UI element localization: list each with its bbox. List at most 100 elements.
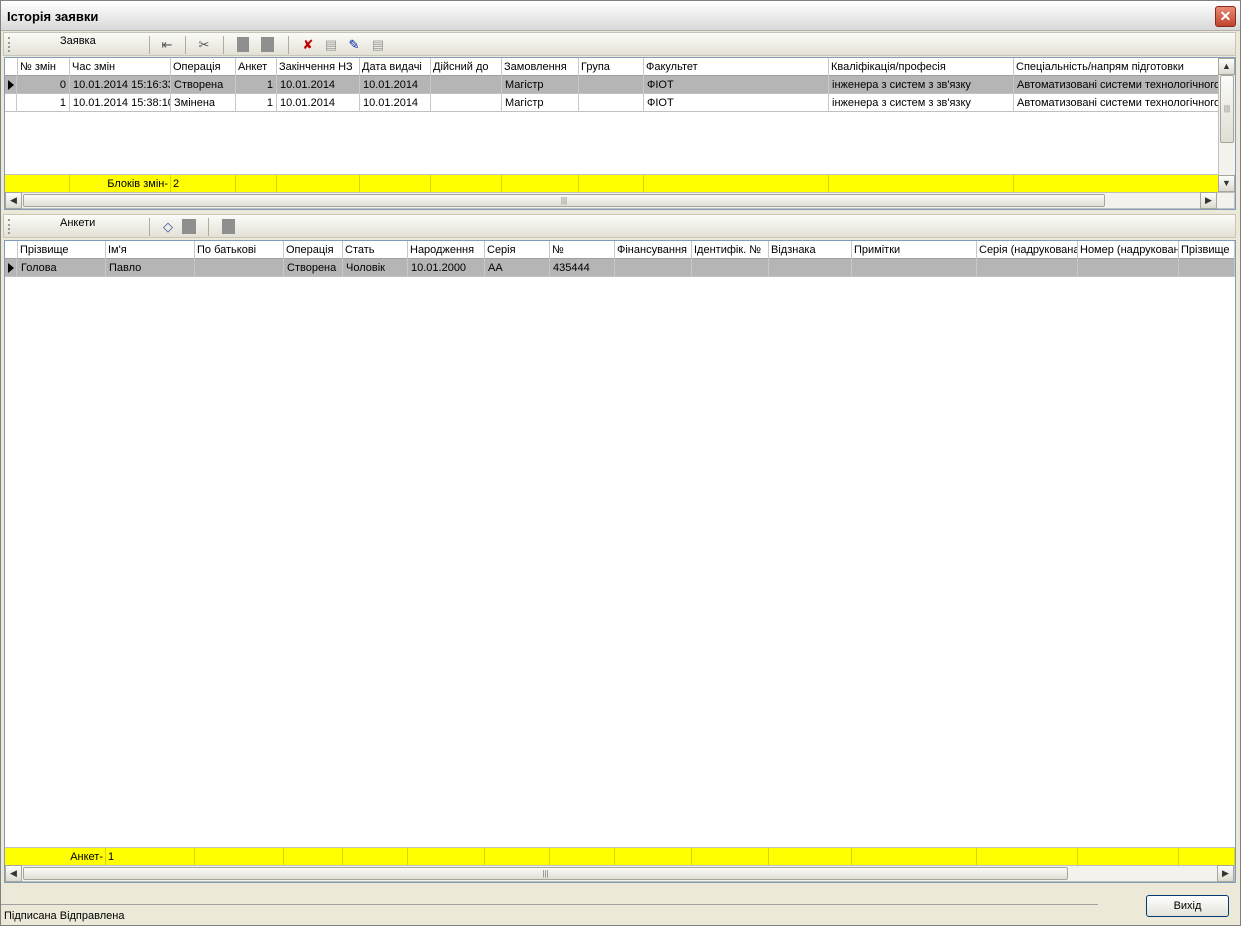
grid1-col-header[interactable]: Операція <box>171 58 236 76</box>
edit-icon[interactable]: ✎ <box>346 37 362 53</box>
toolbar-separator <box>208 218 209 236</box>
print-icon[interactable]: ▤ <box>323 37 339 53</box>
grid1-col-header[interactable]: Спеціальність/напрям підготовки <box>1014 58 1220 76</box>
table-cell: Голова <box>18 259 106 277</box>
grid1-col-header[interactable]: Кваліфікація/професія <box>829 58 1014 76</box>
current-row-arrow-icon <box>8 263 14 273</box>
grid1-vertical-scrollbar[interactable]: ▲ ||| ▼ <box>1218 58 1235 192</box>
table-cell <box>977 259 1078 277</box>
grid2-col-header[interactable]: Стать <box>343 241 408 259</box>
grid2-col-header[interactable]: Примітки <box>852 241 977 259</box>
grid2-col-header[interactable]: Номер (надрукований) <box>1078 241 1179 259</box>
toolbar-grip[interactable] <box>8 219 11 234</box>
grid1-col-header[interactable]: Дійсний до <box>431 58 502 76</box>
current-row-arrow-icon <box>8 80 14 90</box>
table-cell: Автоматизовані системи технологічного <box>1014 94 1220 112</box>
scroll-left-button[interactable]: ◀ <box>5 865 22 882</box>
grid2-col-header[interactable]: По батькові <box>195 241 284 259</box>
request-changes-grid: № змін Час змін Операція Анкет Закінченн… <box>4 57 1236 210</box>
history-window: Історія заявки ✕ Заявка ⇤ ✂ ✘ ▤ ✎ ▤ № зм… <box>0 0 1241 926</box>
table-cell: 10.01.2014 <box>360 76 431 94</box>
grid2-col-header[interactable]: Ідентифік. № <box>692 241 769 259</box>
grid1-col-header[interactable]: Закінчення НЗ <box>277 58 360 76</box>
scroll-thumb[interactable]: ||| <box>23 194 1105 207</box>
table-cell: Автоматизовані системи технологічного <box>1014 76 1220 94</box>
close-button[interactable]: ✕ <box>1215 6 1236 27</box>
scroll-thumb[interactable]: ||| <box>23 867 1068 880</box>
table-cell: ФІОТ <box>644 94 829 112</box>
grid2-header: Прізвище Ім'я По батькові Операція Стать… <box>5 241 1235 259</box>
forms-grid: Прізвище Ім'я По батькові Операція Стать… <box>4 240 1236 883</box>
document-icon[interactable] <box>237 37 249 52</box>
toolbar-grip[interactable] <box>8 37 11 52</box>
grid1-summary-footer: Блоків змін- 2 <box>5 174 1235 193</box>
footer-cell <box>431 175 502 193</box>
grid2-col-header[interactable]: Прізвище <box>18 241 106 259</box>
footer-cell <box>692 848 769 866</box>
table-cell: 10.01.2014 <box>277 94 360 112</box>
scroll-up-button[interactable]: ▲ <box>1218 58 1235 75</box>
table-cell <box>579 76 644 94</box>
grid1-col-header[interactable]: Дата видачі <box>360 58 431 76</box>
row-indicator <box>5 76 17 94</box>
footer-cell <box>852 848 977 866</box>
copy-icon[interactable] <box>222 219 235 234</box>
export-icon[interactable]: ▤ <box>370 37 386 53</box>
toolbar-separator <box>185 36 186 54</box>
grid2-col-header[interactable]: Серія <box>485 241 550 259</box>
toolbar-separator <box>149 218 150 236</box>
eraser-icon[interactable]: ◇ <box>160 219 176 235</box>
table-row[interactable]: 1 10.01.2014 15:38:10 Змінена 1 10.01.20… <box>5 94 1235 112</box>
grid2-horizontal-scrollbar[interactable]: ◀ ||| ▶ <box>5 865 1235 882</box>
grid2-col-header[interactable]: № <box>550 241 615 259</box>
grid1-col-header[interactable]: Замовлення <box>502 58 579 76</box>
table-cell: 10.01.2014 15:38:10 <box>70 94 171 112</box>
grid1-col-header[interactable]: Факультет <box>644 58 829 76</box>
table-cell: Створена <box>171 76 236 94</box>
toolbar-separator <box>288 36 289 54</box>
grid2-col-header[interactable]: Операція <box>284 241 343 259</box>
grid2-col-header[interactable]: Фінансування <box>615 241 692 259</box>
grid2-col-header[interactable]: Ім'я <box>106 241 195 259</box>
table-cell <box>431 94 502 112</box>
table-cell: інженера з систем з зв'язку <box>829 76 1014 94</box>
copy-icon[interactable] <box>261 37 274 52</box>
scroll-right-button[interactable]: ▶ <box>1200 192 1217 209</box>
grid2-col-header[interactable]: Серія (надрукована) <box>977 241 1078 259</box>
footer-cell <box>502 175 579 193</box>
grid1-col-header[interactable]: № змін <box>18 58 70 76</box>
footer-value: 2 <box>171 175 236 193</box>
table-row[interactable]: Голова Павло Створена Чоловік 10.01.2000… <box>5 259 1235 277</box>
grid1-col-header[interactable]: Анкет <box>236 58 277 76</box>
status-text: Підписана Відправлена <box>4 910 125 922</box>
grid1-col-header[interactable]: Час змін <box>70 58 171 76</box>
table-cell <box>692 259 769 277</box>
grid1-horizontal-scrollbar[interactable]: ◀ ||| ▶ <box>5 192 1235 209</box>
scroll-right-button[interactable]: ▶ <box>1217 865 1234 882</box>
footer-cell <box>18 175 70 193</box>
scroll-down-button[interactable]: ▼ <box>1218 175 1235 192</box>
toolbar-separator <box>149 36 150 54</box>
scroll-thumb[interactable]: ||| <box>1220 75 1234 143</box>
grid2-indicator-header <box>5 241 18 259</box>
scroll-left-button[interactable]: ◀ <box>5 192 22 209</box>
archive-icon[interactable] <box>182 219 196 234</box>
footer-cell <box>343 848 408 866</box>
grid2-col-header[interactable]: Народження <box>408 241 485 259</box>
columns-icon[interactable]: ⇤ <box>159 37 175 53</box>
cut-icon[interactable]: ✂ <box>196 37 212 53</box>
table-row[interactable]: 0 10.01.2014 15:16:33 Створена 1 10.01.2… <box>5 76 1235 94</box>
grid1-col-header[interactable]: Група <box>579 58 644 76</box>
table-cell <box>615 259 692 277</box>
footer-cell <box>829 175 1014 193</box>
table-cell <box>769 259 852 277</box>
table-cell: інженера з систем з зв'язку <box>829 94 1014 112</box>
footer-cell <box>236 175 277 193</box>
grid2-col-header[interactable]: Прізвище <box>1179 241 1235 259</box>
table-cell: 0 <box>18 76 70 94</box>
grid2-col-header[interactable]: Відзнака <box>769 241 852 259</box>
footer-cell <box>485 848 550 866</box>
exit-button[interactable]: Вихід <box>1146 895 1229 917</box>
footer-cell <box>1078 848 1179 866</box>
delete-icon[interactable]: ✘ <box>300 37 316 53</box>
